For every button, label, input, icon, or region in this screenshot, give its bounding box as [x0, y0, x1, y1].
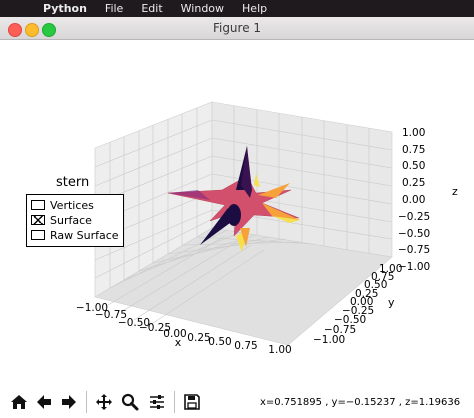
menu-file[interactable]: File	[96, 2, 132, 15]
navigation-toolbar: x=0.751895 , y=−0.15237 , z=1.19636	[0, 385, 474, 418]
home-icon	[11, 395, 27, 409]
legend-item-raw-surface[interactable]: Raw Surface	[31, 228, 119, 242]
legend-item-surface[interactable]: Surface	[31, 213, 92, 227]
z-tick: −0.50	[398, 228, 430, 240]
cursor-coordinates: x=0.751895 , y=−0.15237 , z=1.19636	[260, 397, 461, 408]
forward-icon	[62, 395, 76, 409]
menu-edit[interactable]: Edit	[132, 2, 171, 15]
legend-hatched-box-icon	[31, 215, 45, 225]
x-axis-label: x	[175, 336, 182, 349]
z-tick: −0.75	[398, 244, 430, 256]
zoom-button[interactable]	[119, 391, 141, 413]
save-icon	[184, 394, 200, 410]
zoom-icon	[121, 393, 139, 411]
menu-app-name[interactable]: Python	[34, 2, 96, 15]
menubar: Python File Edit Window Help	[0, 0, 474, 17]
z-tick: 0.00	[402, 194, 425, 206]
back-icon	[37, 395, 51, 409]
window-titlebar: Figure 1	[0, 17, 474, 40]
window-title: Figure 1	[212, 21, 262, 35]
z-tick: 0.25	[402, 177, 425, 189]
menu-window[interactable]: Window	[172, 2, 233, 15]
x-tick: 0.75	[234, 340, 257, 352]
configure-subplots-icon	[150, 395, 164, 409]
legend-item-vertices[interactable]: Vertices	[31, 198, 94, 212]
legend-label: Raw Surface	[50, 228, 119, 242]
back-button[interactable]	[33, 391, 55, 413]
legend-box-icon	[31, 230, 45, 240]
menu-help[interactable]: Help	[233, 2, 276, 15]
legend-box-icon	[31, 200, 45, 210]
legend-label: Surface	[50, 213, 92, 227]
save-button[interactable]	[181, 391, 203, 413]
x-tick: 0.50	[208, 336, 231, 348]
legend-title: stern	[56, 175, 90, 190]
z-tick: −0.25	[398, 211, 430, 223]
z-tick: 1.00	[402, 127, 425, 139]
z-tick: 0.50	[402, 160, 425, 172]
pan-button[interactable]	[93, 391, 115, 413]
toolbar-separator	[86, 391, 87, 413]
z-tick-labels: 1.00 0.75 0.50 0.25 0.00 −0.25 −0.50 −0.…	[398, 127, 430, 273]
configure-subplots-button[interactable]	[146, 391, 168, 413]
home-button[interactable]	[8, 391, 30, 413]
z-tick: 0.75	[402, 144, 425, 156]
z-axis-label: z	[452, 185, 458, 198]
legend-label: Vertices	[50, 198, 94, 212]
x-tick: 0.25	[187, 332, 210, 344]
forward-button[interactable]	[58, 391, 80, 413]
z-tick: −1.00	[398, 261, 430, 273]
toolbar-separator	[174, 391, 175, 413]
x-tick: 1.00	[268, 344, 291, 356]
pan-icon	[96, 394, 112, 410]
legend[interactable]: Vertices Surface Raw Surface	[26, 194, 124, 247]
y-axis-label: y	[388, 296, 395, 309]
figure-canvas[interactable]: −1.00 −0.75 −0.50 −0.25 0.00 0.25 0.50 0…	[0, 40, 474, 385]
